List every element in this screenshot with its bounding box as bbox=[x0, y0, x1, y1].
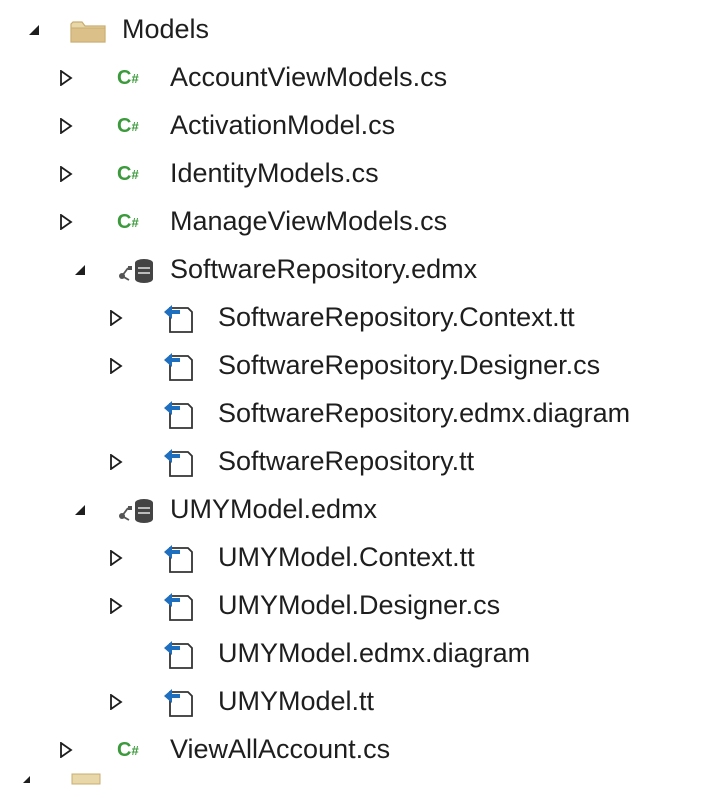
template-file-icon bbox=[162, 686, 198, 720]
csharp-file-icon: C # bbox=[117, 66, 139, 89]
collapsed-arrow-icon[interactable] bbox=[108, 550, 124, 566]
collapsed-arrow-icon[interactable] bbox=[108, 694, 124, 710]
template-file-icon bbox=[162, 350, 198, 384]
tree-item-label: AccountViewModels.cs bbox=[170, 62, 448, 92]
tree-item-label: SoftwareRepository.tt bbox=[218, 446, 475, 476]
tree-item-label: UMYModel.Context.tt bbox=[218, 542, 475, 572]
collapsed-arrow-icon[interactable] bbox=[58, 742, 74, 758]
template-file-icon bbox=[162, 302, 198, 336]
tree-item-label: UMYModel.Designer.cs bbox=[218, 590, 501, 620]
template-file-icon bbox=[162, 446, 198, 480]
tree-item-label: SoftwareRepository.Designer.cs bbox=[218, 350, 601, 380]
tree-item-label: UMYModel.edmx bbox=[170, 494, 378, 524]
collapsed-arrow-icon[interactable] bbox=[108, 454, 124, 470]
tree-item-label: ViewAllAccount.cs bbox=[170, 734, 391, 764]
tree-row-file[interactable]: C # AccountViewModels.cs bbox=[0, 54, 705, 102]
tree-row-template-file[interactable]: UMYModel.Designer.cs bbox=[0, 582, 705, 630]
partial-row-bottom bbox=[0, 762, 120, 792]
collapsed-arrow-icon[interactable] bbox=[58, 166, 74, 182]
expanded-arrow-icon[interactable] bbox=[26, 22, 42, 38]
template-file-icon bbox=[162, 542, 198, 576]
tree-row-file[interactable]: C # ActivationModel.cs bbox=[0, 102, 705, 150]
edmx-file-icon bbox=[114, 254, 158, 286]
tree-row-template-file[interactable]: UMYModel.edmx.diagram bbox=[0, 630, 705, 678]
tree-row-edmx[interactable]: UMYModel.edmx bbox=[0, 486, 705, 534]
tree-item-label: SoftwareRepository.edmx.diagram bbox=[218, 398, 631, 428]
collapsed-arrow-icon[interactable] bbox=[108, 598, 124, 614]
tree-item-label: UMYModel.tt bbox=[218, 686, 375, 716]
tree-row-template-file[interactable]: UMYModel.tt bbox=[0, 678, 705, 726]
tree-row-edmx[interactable]: SoftwareRepository.edmx bbox=[0, 246, 705, 294]
collapsed-arrow-icon[interactable] bbox=[58, 214, 74, 230]
expanded-arrow-icon[interactable] bbox=[72, 262, 88, 278]
tree-row-template-file[interactable]: SoftwareRepository.tt bbox=[0, 438, 705, 486]
template-file-icon bbox=[162, 590, 198, 624]
csharp-file-icon: C # bbox=[117, 162, 139, 185]
edmx-file-icon bbox=[114, 494, 158, 526]
collapsed-arrow-icon[interactable] bbox=[58, 70, 74, 86]
csharp-file-icon: C # bbox=[117, 738, 139, 761]
template-file-icon bbox=[162, 638, 198, 672]
tree-item-label: SoftwareRepository.edmx bbox=[170, 254, 478, 284]
tree-row-template-file[interactable]: SoftwareRepository.Designer.cs bbox=[0, 342, 705, 390]
collapsed-arrow-icon[interactable] bbox=[108, 358, 124, 374]
collapsed-arrow-icon[interactable] bbox=[58, 118, 74, 134]
tree-item-label: ActivationModel.cs bbox=[170, 110, 396, 140]
tree-row-template-file[interactable]: SoftwareRepository.edmx.diagram bbox=[0, 390, 705, 438]
tree-row-template-file[interactable]: SoftwareRepository.Context.tt bbox=[0, 294, 705, 342]
tree-item-label: UMYModel.edmx.diagram bbox=[218, 638, 531, 668]
expanded-arrow-icon[interactable] bbox=[72, 502, 88, 518]
tree-row-template-file[interactable]: UMYModel.Context.tt bbox=[0, 534, 705, 582]
csharp-file-icon: C # bbox=[117, 210, 139, 233]
tree-row-file[interactable]: C # IdentityModels.cs bbox=[0, 150, 705, 198]
collapsed-arrow-icon[interactable] bbox=[108, 310, 124, 326]
tree-item-label: SoftwareRepository.Context.tt bbox=[218, 302, 575, 332]
tree-item-label: IdentityModels.cs bbox=[170, 158, 379, 188]
tree-row-file[interactable]: C # ManageViewModels.cs bbox=[0, 198, 705, 246]
folder-icon bbox=[68, 16, 108, 46]
tree-row-models-folder[interactable]: Models bbox=[0, 6, 705, 54]
tree-item-label: ManageViewModels.cs bbox=[170, 206, 448, 236]
tree-item-label: Models bbox=[122, 14, 210, 44]
template-file-icon bbox=[162, 398, 198, 432]
solution-explorer-tree: Models C # AccountViewModels.cs C # Activa… bbox=[0, 0, 705, 785]
csharp-file-icon: C # bbox=[117, 114, 139, 137]
